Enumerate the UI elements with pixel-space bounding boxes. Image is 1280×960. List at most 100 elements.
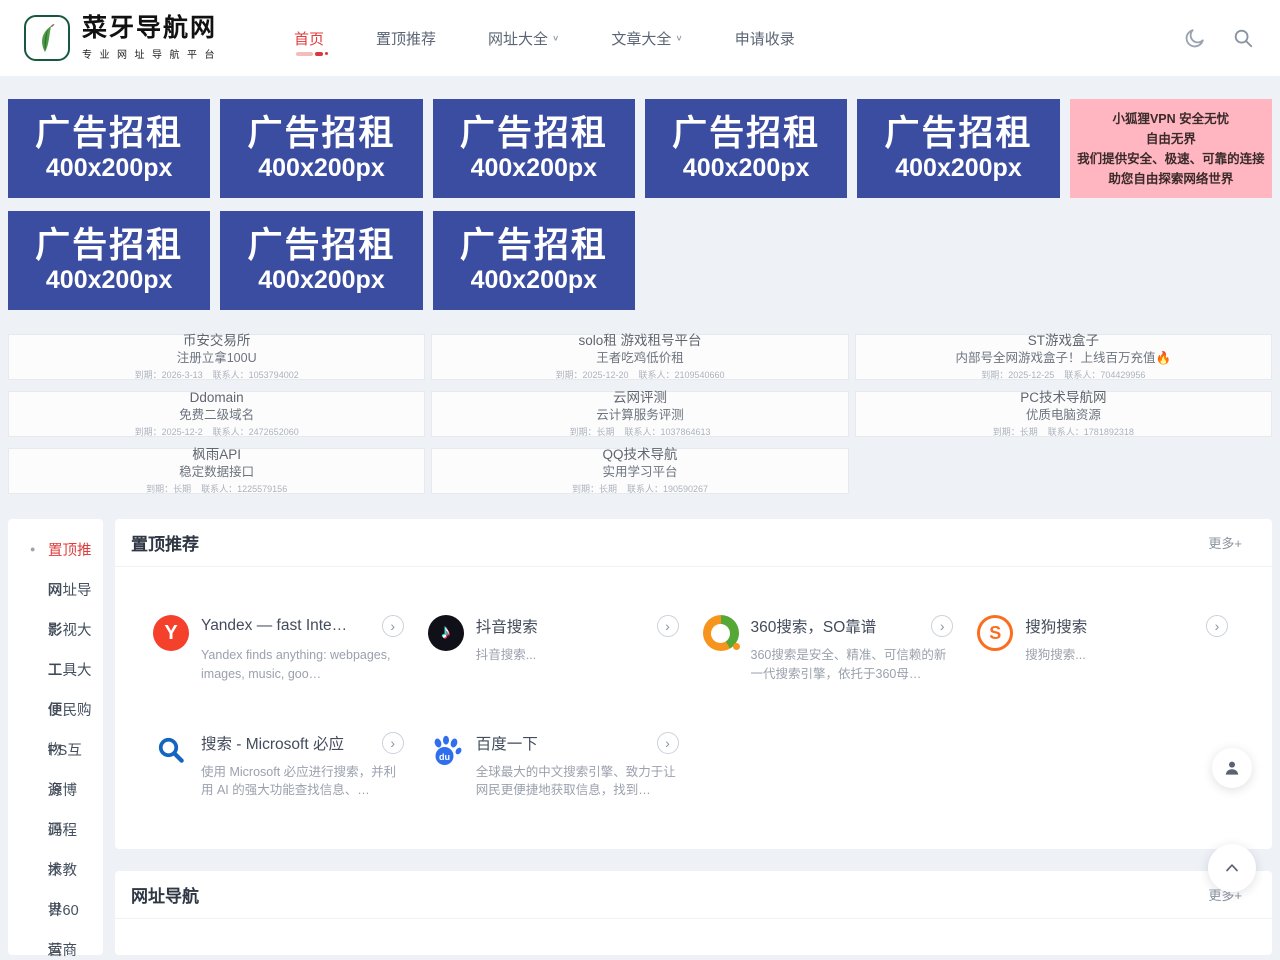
site-card-grid: Y Yandex — fast Inte… › Yandex finds any… [115,567,1272,800]
user-icon [1222,758,1242,778]
text-ad[interactable]: PC技术导航网 优质电脑资源 到期：长期联系人：1781892318 [855,391,1272,437]
text-ad-expire: 到期：长期 [572,482,617,495]
site-logo[interactable]: 菜牙导航网 专业网址导航平台 [24,15,222,62]
sidebar-item-world60[interactable]: 世 界60 [8,889,103,929]
site-card-bing[interactable]: 搜索 - Microsoft 必应 › 使用 Microsoft 必应进行搜索，… [153,732,428,801]
ad-banner[interactable]: 广告招租400x200px [220,211,422,310]
ad-banner[interactable]: 广告招租400x200px [645,99,847,198]
nav-item-sites[interactable]: 网址大全 ∨ [488,28,559,49]
text-ad-subtitle: 优质电脑资源 [1026,407,1101,423]
svg-text:du: du [439,752,450,762]
ad-size: 400x200px [471,154,598,183]
sidebar-item-tools[interactable]: 工 工具大 [8,649,103,689]
nav-item-home[interactable]: 首页 [294,28,324,49]
text-ad-contact: 联系人：190590267 [627,482,708,495]
ad-text: 广告招租 [35,114,183,154]
logo-title: 菜牙导航网 [82,15,222,43]
ad-text: 小狐狸VPN 安全无忧 [1112,109,1229,129]
ad-text: 我们提供安全、极速、可靠的连接 [1077,149,1265,169]
arrow-right-icon[interactable]: › [931,615,953,637]
text-ad-expire: 到期：2025-12-2 [135,425,203,438]
more-link[interactable]: 更多+ [1208,533,1242,552]
sidebar-item-tutorial[interactable]: 技 术教 [8,849,103,889]
site-title: 搜索 - Microsoft 必应 [201,732,344,754]
text-ad[interactable]: solo租 游戏租号平台 王者吃鸡低价租 到期：2025-12-20联系人：21… [431,334,848,380]
arrow-right-icon[interactable]: › [657,615,679,637]
sidebar-item-shopping[interactable]: 便 便民购 [8,689,103,729]
arrow-right-icon[interactable]: › [1206,615,1228,637]
back-to-top-button[interactable] [1208,844,1256,892]
sidebar-item-carrier[interactable]: 运 营商 [8,929,103,960]
text-ad-subtitle: 实用学习平台 [602,464,677,480]
text-ad[interactable]: 云网评测 云计算服务评测 到期：长期联系人：1037864613 [431,391,848,437]
site-desc: 抖音搜索... [476,646,679,665]
text-ad[interactable]: QQ技术导航 实用学习平台 到期：长期联系人：190590267 [431,448,848,494]
text-ad-title: 枫雨API [192,447,241,464]
text-ad-title: solo租 游戏租号平台 [578,333,701,350]
nav-label: 首页 [294,28,324,49]
text-ad-subtitle: 云计算服务评测 [596,407,684,423]
ad-size: 400x200px [46,154,173,183]
ad-banner[interactable]: 广告招租400x200px [220,99,422,198]
sidebar-label: 界60 [48,899,79,920]
site-desc: 全球最大的中文搜索引擎、致力于让网民更便捷地获取信息，找到… [476,763,679,801]
sidebar-label: 便民购 [48,699,92,720]
main-area: ● 置顶推 网 网址导 影 影视大 工 工具大 便 便民购 物 PS互 资 源博… [0,519,1280,955]
ad-banner[interactable]: 广告招租400x200px [857,99,1059,198]
site-card-360[interactable]: 360搜索，SO靠谱 › 360搜索是安全、精准、可信赖的新一代搜索引擎，依托于… [703,615,978,684]
ad-size: 400x200px [471,266,598,295]
dark-mode-moon-icon[interactable] [1184,27,1206,49]
sidebar-item-pinned[interactable]: ● 置顶推 [8,529,103,569]
panel-title: 置顶推荐 [131,530,199,555]
logo-subtitle: 专业网址导航平台 [82,46,222,61]
chevron-up-icon [1222,858,1242,878]
arrow-right-icon[interactable]: › [382,732,404,754]
site-card-baidu[interactable]: du 百度一下 › 全球最大的中文搜索引擎、致力于让网民更便捷地获取信息，找到… [428,732,703,801]
douyin-icon: ♪ [428,615,464,651]
search-icon[interactable] [1232,27,1254,49]
sidebar-item-code[interactable]: 源 码程 [8,809,103,849]
user-fab-button[interactable] [1212,748,1252,788]
yandex-icon: Y [153,615,189,651]
text-ad[interactable]: 枫雨API 稳定数据接口 到期：长期联系人：1225579156 [8,448,425,494]
site-desc: 360搜索是安全、精准、可信赖的新一代搜索引擎，依托于360母… [751,646,954,684]
vpn-ad-banner[interactable]: 小狐狸VPN 安全无忧 自由无界 我们提供安全、极速、可靠的连接 助您自由探索网… [1070,99,1272,198]
text-ad-grid: 币安交易所 注册立拿100U 到期：2026-3-13联系人：105379400… [0,334,1280,494]
nav-item-articles[interactable]: 文章大全 ∨ [611,28,682,49]
nav-item-pinned[interactable]: 置顶推荐 [376,28,436,49]
nav-item-submit[interactable]: 申请收录 [735,28,795,49]
site-card-sogou[interactable]: S 搜狗搜索 › 搜狗搜索... [977,615,1252,684]
site-card-douyin[interactable]: ♪ 抖音搜索 › 抖音搜索... [428,615,703,684]
panel-header: 置顶推荐 更多+ [115,519,1272,567]
sidebar-item-blog[interactable]: 资 源博 [8,769,103,809]
site-card-yandex[interactable]: Y Yandex — fast Inte… › Yandex finds any… [153,615,428,684]
sidebar-label: 源博 [48,779,77,800]
chevron-down-icon: ∨ [552,34,559,43]
category-sidebar: ● 置顶推 网 网址导 影 影视大 工 工具大 便 便民购 物 PS互 资 源博… [8,519,103,955]
site-title: 搜狗搜索 [1025,615,1087,637]
active-underline [296,52,328,56]
nav-label: 文章大全 [611,28,671,49]
sidebar-label: 网址导 [48,579,92,600]
site-desc: 搜狗搜索... [1025,646,1228,665]
arrow-right-icon[interactable]: › [382,615,404,637]
arrow-right-icon[interactable]: › [657,732,679,754]
ad-banner[interactable]: 广告招租400x200px [433,99,635,198]
text-ad-contact: 联系人：704429956 [1064,368,1145,381]
text-ad-contact: 联系人：1781892318 [1048,425,1134,438]
text-ad[interactable]: 币安交易所 注册立拿100U 到期：2026-3-13联系人：105379400… [8,334,425,380]
text-ad-expire: 到期：2025-12-25 [981,368,1054,381]
sidebar-item-ps[interactable]: 物 PS互 [8,729,103,769]
ad-banner[interactable]: 广告招租400x200px [8,99,210,198]
text-ad-title: PC技术导航网 [1020,390,1106,407]
sidebar-item-sites[interactable]: 网 网址导 [8,569,103,609]
ad-text: 广告招租 [460,114,608,154]
text-ad[interactable]: ST游戏盒子 内部号全网游戏盒子！上线百万充值🔥 到期：2025-12-25联系… [855,334,1272,380]
text-ad[interactable]: Ddomain 免费二级域名 到期：2025-12-2联系人：247265206… [8,391,425,437]
ad-banner[interactable]: 广告招租400x200px [8,211,210,310]
nav-label: 置顶推荐 [376,28,436,49]
ad-banner[interactable]: 广告招租400x200px [433,211,635,310]
sidebar-item-video[interactable]: 影 影视大 [8,609,103,649]
360-search-icon [703,615,739,651]
ad-text: 自由无界 [1146,129,1196,149]
